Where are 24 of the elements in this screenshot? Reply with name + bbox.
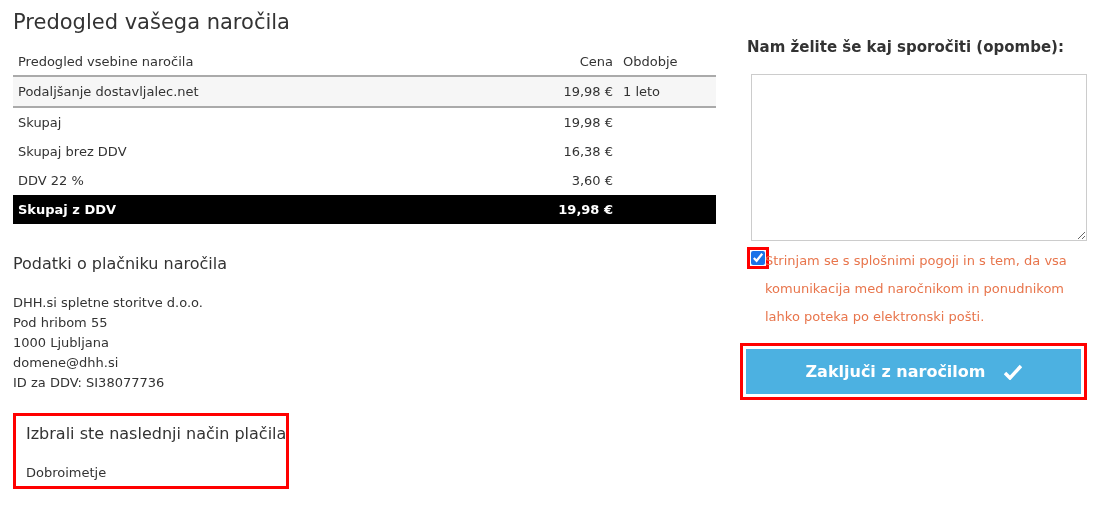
table-cell: 19,98 €	[518, 76, 618, 107]
address-line: 1000 Ljubljana	[13, 334, 110, 352]
table-cell: Skupaj z DDV	[13, 195, 518, 224]
table-cell: 19,98 €	[518, 195, 618, 224]
section-heading: Podatki o plačniku naročila	[13, 254, 228, 273]
table-cell-text: Skupaj brez DDV	[17, 143, 128, 161]
payment-method: Dobroimetje	[25, 465, 108, 480]
table-cell: 3,60 €	[518, 166, 618, 195]
address-line: ID za DDV: SI38077736	[13, 374, 166, 392]
notes-field[interactable]	[751, 74, 1087, 241]
address-line: domene@dhh.si	[13, 354, 120, 372]
page-title: Predogled vašega naročila	[13, 10, 291, 34]
table-cell: DDV 22 %	[13, 166, 518, 195]
checkmark-icon	[1003, 363, 1022, 380]
notes-label: Nam želite še kaj sporočiti (opombe):	[747, 38, 1065, 56]
table-cell: 19,98 €	[518, 107, 618, 137]
address-line: DHH.si spletne storitve d.o.o.	[13, 294, 204, 312]
table-cell: 1 leto	[618, 76, 716, 107]
address-line: Pod hribom 55	[13, 314, 109, 332]
table-cell: Skupaj	[13, 107, 518, 137]
table-cell-text: 16,38 €	[562, 143, 614, 161]
table-cell: Podaljšanje dostavljalec.net	[13, 76, 518, 107]
section-heading: Izbrali ste naslednji način plačila	[26, 424, 287, 443]
submit-button[interactable]: Zaključi z naročilom	[746, 349, 1081, 394]
